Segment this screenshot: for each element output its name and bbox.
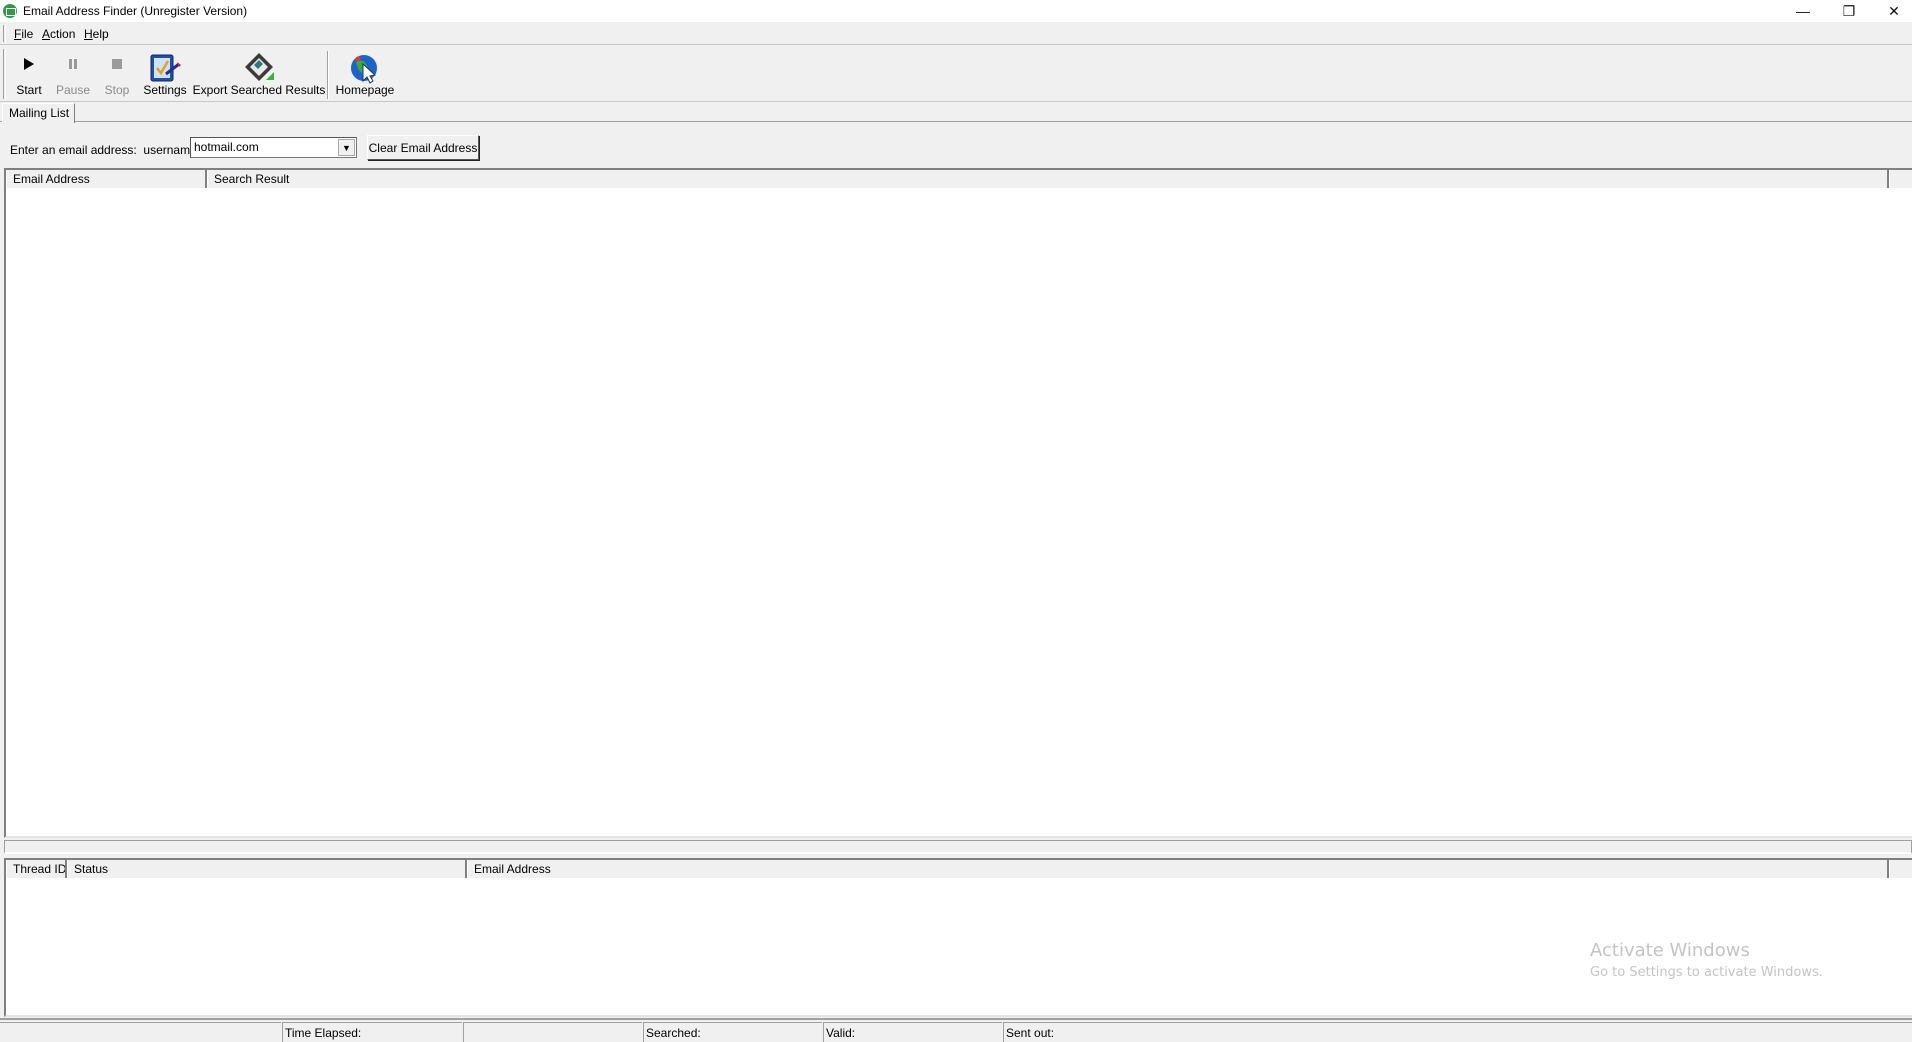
menu-bar: File Action Help	[0, 22, 1912, 45]
email-address-label: Enter an email address: username@	[10, 143, 209, 157]
tab-mailing-list[interactable]: Mailing List	[2, 103, 76, 123]
menu-help-accel: H	[84, 27, 93, 41]
clear-email-address-button[interactable]: Clear Email Address	[367, 135, 479, 160]
menu-action[interactable]: Action	[42, 27, 75, 41]
homepage-label: Homepage	[335, 83, 395, 97]
status-panel-time-value	[463, 1022, 642, 1042]
column-header-filler	[1889, 860, 1912, 878]
dropdown-arrow-button[interactable]: ▼	[338, 139, 355, 156]
pause-icon	[69, 59, 77, 69]
play-icon	[24, 58, 34, 70]
stop-button[interactable]: Stop	[101, 48, 133, 100]
column-header-status[interactable]: Status	[67, 860, 467, 878]
settings-button[interactable]: Settings	[142, 48, 188, 100]
domain-combobox[interactable]: hotmail.com ▼	[190, 137, 357, 158]
status-panel-searched: Searched:	[643, 1022, 822, 1042]
pause-button[interactable]: Pause	[54, 48, 92, 100]
stop-label: Stop	[104, 83, 130, 97]
toolbar-grip	[3, 49, 6, 99]
app-envelope-icon	[3, 4, 17, 18]
tab-strip: Mailing List	[0, 102, 1912, 123]
menu-action-rest: ction	[50, 27, 76, 41]
menu-help[interactable]: Help	[84, 27, 109, 41]
minimize-button[interactable]: —	[1780, 0, 1826, 22]
settings-checklist-icon	[150, 54, 181, 82]
toolbar-separator	[327, 51, 329, 99]
activate-windows-watermark: Activate Windows Go to Settings to activ…	[1590, 940, 1823, 980]
globe-cursor-icon	[351, 55, 377, 84]
menu-action-accel: A	[42, 27, 51, 41]
results-list-header: Email Address Search Result	[6, 170, 1912, 188]
close-button[interactable]: ✕	[1871, 0, 1912, 22]
column-header-email-address[interactable]: Email Address	[467, 860, 1889, 878]
watermark-title: Activate Windows	[1590, 940, 1750, 961]
status-panel-sent-out: Sent out:	[1003, 1022, 1912, 1042]
start-label: Start	[16, 83, 42, 97]
menu-file-rest: ile	[21, 27, 34, 41]
watermark-subtitle: Go to Settings to activate Windows.	[1590, 965, 1823, 980]
status-panel-message	[0, 1022, 281, 1042]
column-header-search-result[interactable]: Search Result	[207, 170, 1889, 188]
floppy-disk-export-icon	[245, 53, 274, 81]
panel-splitter[interactable]	[4, 840, 1912, 854]
settings-label: Settings	[143, 83, 187, 97]
status-panel-time-elapsed: Time Elapsed:	[282, 1022, 462, 1042]
chevron-down-icon: ▼	[342, 142, 351, 153]
status-bar: Time Elapsed: Searched: Valid: Sent out:	[0, 1018, 1912, 1042]
toolbar: Start Pause Stop Settings Export Searche…	[0, 45, 1912, 102]
export-label: Export Searched Results	[192, 83, 326, 97]
threads-list-header: Thread ID Status Email Address	[6, 860, 1912, 878]
stop-icon	[112, 59, 122, 69]
status-panel-valid: Valid:	[823, 1022, 1002, 1042]
start-button[interactable]: Start	[12, 48, 46, 100]
restore-button[interactable]: ❐	[1826, 0, 1872, 22]
domain-value[interactable]: hotmail.com	[194, 140, 259, 154]
threads-list[interactable]: Thread ID Status Email Address	[4, 858, 1912, 1017]
export-searched-results-button[interactable]: Export Searched Results	[193, 48, 325, 100]
window-title: Email Address Finder (Unregister Version…	[23, 4, 248, 18]
title-bar: Email Address Finder (Unregister Version…	[0, 0, 1912, 22]
results-list[interactable]: Email Address Search Result	[4, 168, 1912, 838]
pause-label: Pause	[55, 83, 91, 97]
column-header-email-address[interactable]: Email Address	[6, 170, 207, 188]
menu-file[interactable]: File	[14, 27, 33, 41]
menu-grip	[3, 25, 6, 42]
column-header-filler	[1889, 170, 1912, 188]
homepage-button[interactable]: Homepage	[336, 48, 394, 100]
column-header-thread-id[interactable]: Thread ID	[6, 860, 67, 878]
menu-help-rest: elp	[92, 27, 109, 41]
